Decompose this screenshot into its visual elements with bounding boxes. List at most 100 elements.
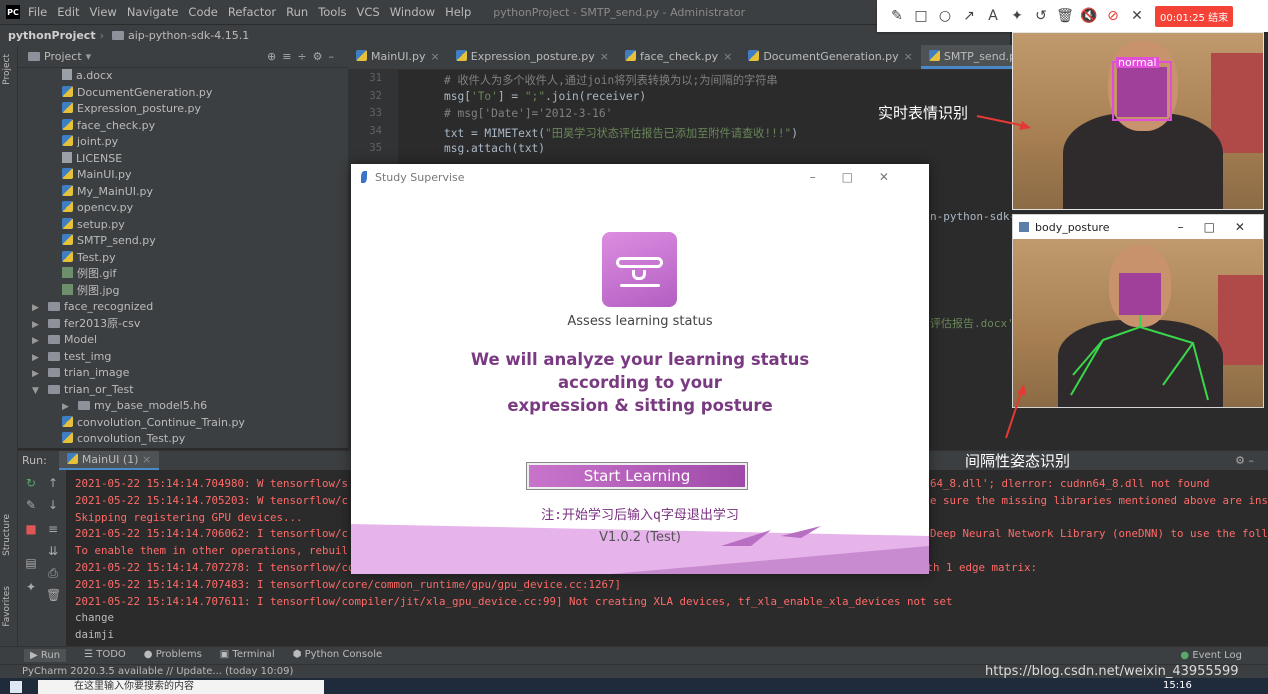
stop-icon[interactable]: ■ (24, 522, 38, 536)
breadcrumb-folder[interactable]: aip-python-sdk-4.15.1 (128, 29, 249, 42)
tool-todo[interactable]: ☰ TODO (84, 649, 126, 662)
tree-folder[interactable]: ▶ fer2013原-csv (18, 316, 348, 333)
tree-folder[interactable]: ▶ test_img (18, 349, 348, 366)
speaker-muted-icon[interactable]: 🔇 (1077, 8, 1101, 24)
tree-file[interactable]: 例图.gif (18, 266, 348, 283)
chevron-right-icon[interactable]: ▶ (32, 350, 44, 367)
undo-icon[interactable]: ↺ (1029, 8, 1053, 24)
python-console-icon: ⬢ (292, 649, 305, 660)
favorites-tool-tab[interactable]: Favorites (2, 586, 12, 627)
tree-file[interactable]: DocumentGeneration.py (18, 85, 348, 102)
trash-icon[interactable]: 🗑 (46, 588, 61, 602)
chevron-right-icon[interactable]: ▶ (32, 317, 44, 334)
menu-vcs[interactable]: VCS (357, 5, 380, 19)
down-arrow-icon[interactable]: ↓ (46, 498, 60, 512)
wrench-icon[interactable]: ✎ (24, 498, 38, 512)
menu-file[interactable]: File (28, 5, 47, 19)
tool-python-console[interactable]: ⬢ Python Console (293, 649, 382, 662)
tool-problems[interactable]: ● Problems (144, 649, 202, 662)
start-learning-button[interactable]: Start Learning (526, 462, 748, 490)
menu-view[interactable]: View (90, 5, 117, 19)
editor-tab[interactable]: face_check.py × (617, 45, 740, 69)
close-icon[interactable]: × (904, 50, 913, 63)
editor-tab[interactable]: DocumentGeneration.py × (740, 45, 921, 69)
chevron-right-icon[interactable]: ▶ (32, 366, 44, 383)
close-icon[interactable]: ✕ (1125, 8, 1149, 24)
menu-code[interactable]: Code (188, 5, 217, 19)
dialog-window-controls[interactable]: –□✕ (810, 170, 915, 184)
breadcrumb-project[interactable]: pythonProject (8, 29, 96, 42)
pen-icon[interactable]: ✎ (885, 8, 909, 24)
menu-help[interactable]: Help (445, 5, 471, 19)
tree-folder[interactable]: ▶ Model (18, 332, 348, 349)
menu-items: File Edit View Navigate Code Refactor Run Tools… (28, 5, 481, 19)
circle-icon[interactable]: ○ (933, 8, 957, 24)
close-icon[interactable]: × (431, 50, 440, 63)
magic-wand-icon[interactable]: ✦ (1005, 8, 1029, 24)
editor-tab[interactable]: MainUI.py × (348, 45, 448, 69)
scroll-end-icon[interactable]: ⇊ (46, 544, 60, 558)
tree-folder[interactable]: ▶ face_recognized (18, 299, 348, 316)
editor-tab[interactable]: Expression_posture.py × (448, 45, 617, 69)
tree-file[interactable]: Expression_posture.py (18, 101, 348, 118)
project-tree: a.docx DocumentGeneration.py Expression_po… (18, 68, 348, 448)
tree-file[interactable]: setup.py (18, 217, 348, 234)
tree-folder[interactable]: ▶ trian_image (18, 365, 348, 382)
tree-file[interactable]: My_MainUI.py (18, 184, 348, 201)
menu-window[interactable]: Window (390, 5, 435, 19)
chevron-down-icon[interactable]: ▼ (32, 383, 44, 400)
up-arrow-icon[interactable]: ↑ (46, 476, 60, 490)
pin-icon[interactable]: ✦ (24, 580, 38, 594)
tree-file[interactable]: joint.py (18, 134, 348, 151)
close-icon[interactable]: × (600, 50, 609, 63)
tree-file[interactable]: LICENSE (18, 151, 348, 168)
run-tab[interactable]: MainUI (1) × (58, 451, 160, 470)
gear-icon[interactable]: ⚙ – (1235, 454, 1254, 467)
chevron-right-icon[interactable]: ▶ (62, 399, 74, 416)
text-file-icon (62, 69, 72, 80)
tree-file[interactable]: convolution_Test.py (18, 431, 348, 448)
project-panel-title[interactable]: Project (44, 50, 82, 63)
print-icon[interactable]: ⎙ (46, 566, 60, 581)
structure-tool-tab[interactable]: Structure (2, 514, 12, 556)
project-tool-tab[interactable]: Project (2, 54, 12, 85)
recording-timer[interactable]: 00:01:25 结束 (1155, 5, 1234, 27)
update-notice[interactable]: PyCharm 2020.3.5 available // Update... … (22, 666, 293, 677)
menu-edit[interactable]: Edit (57, 5, 79, 19)
layout-icon[interactable]: ▤ (24, 556, 38, 570)
chevron-right-icon[interactable]: ▶ (32, 333, 44, 350)
rectangle-icon[interactable]: □ (909, 8, 933, 24)
chevron-right-icon[interactable]: ▶ (32, 300, 44, 317)
tree-folder[interactable]: ▶ my_base_model5.h6 (18, 398, 348, 415)
tree-file[interactable]: SMTP_send.py (18, 233, 348, 250)
project-folder-icon (28, 52, 40, 61)
tree-file[interactable]: Test.py (18, 250, 348, 267)
taskbar-search[interactable]: 在这里输入你要搜索的内容 (38, 680, 324, 694)
tree-folder[interactable]: ▼ trian_or_Test (18, 382, 348, 399)
tree-file[interactable]: a.docx (18, 68, 348, 85)
chevron-down-icon[interactable]: ▾ (86, 50, 92, 63)
tree-file[interactable]: face_check.py (18, 118, 348, 135)
close-icon[interactable]: × (142, 453, 151, 466)
tree-file[interactable]: MainUI.py (18, 167, 348, 184)
tree-file[interactable]: convolution_Continue_Train.py (18, 415, 348, 432)
trash-icon[interactable]: 🗑 (1053, 8, 1077, 24)
menu-navigate[interactable]: Navigate (127, 5, 179, 19)
rerun-icon[interactable]: ↻ (24, 476, 38, 490)
arrow-icon[interactable]: ↗ (957, 8, 981, 24)
tool-terminal[interactable]: ▣ Terminal (220, 649, 275, 662)
python-icon (66, 453, 78, 464)
menu-refactor[interactable]: Refactor (228, 5, 276, 19)
menu-tools[interactable]: Tools (318, 5, 346, 19)
windows-start-icon[interactable] (10, 681, 22, 693)
project-panel-tools[interactable]: ⊕≡÷⚙– (267, 50, 340, 63)
close-icon[interactable]: × (723, 50, 732, 63)
event-log-button[interactable]: ● Event Log (1180, 650, 1242, 661)
tree-file[interactable]: opencv.py (18, 200, 348, 217)
text-icon[interactable]: A (981, 8, 1005, 24)
tree-file[interactable]: 例图.jpg (18, 283, 348, 300)
soft-wrap-icon[interactable]: ≡ (46, 522, 60, 536)
tool-run[interactable]: ▶ Run (24, 649, 67, 662)
menu-run[interactable]: Run (286, 5, 308, 19)
mic-muted-icon[interactable]: ⊘ (1101, 8, 1125, 24)
